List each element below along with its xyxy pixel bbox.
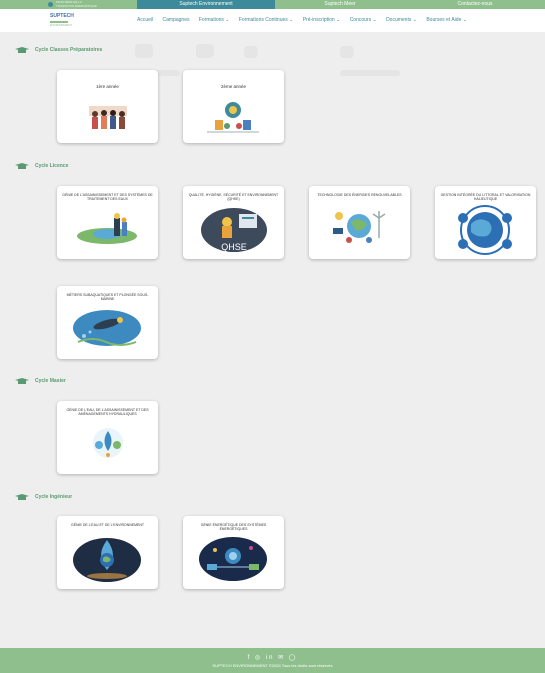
diver-illustration-icon [73,310,141,346]
water-earth-illustration-icon [73,538,141,582]
graduation-cap-icon [15,163,29,169]
card-title: 2ème année [220,84,247,89]
card-title: QUALITÉ, HYGIÈNE, SÉCURITÉ ET ENVIRONNEM… [188,193,279,202]
science-illustration-icon [207,102,259,133]
card-gestion-littoral[interactable]: GESTION INTÉGRÉE DU LITTORAL ET VALORISA… [435,186,536,259]
copyright-text: SUPTECH ENVIRONNEMENT ©2024 Tous les dro… [212,663,333,668]
logo-word: SUPTECH [50,13,74,19]
ministry-logo: MINISTÈRE DE LA TRANSITION ÉNERGÉTIQUE [48,0,98,8]
suptech-logo[interactable]: SUPTECH ENVIRONNEMENT [50,12,74,27]
section-title-text: Cycle Ingénieur [35,494,73,500]
background-shape [340,70,400,76]
card-title: TECHNOLOGIE DES ÉNERGIES RENOUVELABLES [317,193,402,197]
ministry-emblem-icon [48,2,53,7]
section-title-prepa: Cycle Classes Préparatoires [14,47,102,53]
students-illustration-icon [89,106,127,129]
qhse-badge-text: QHSE [221,242,247,252]
nav-bourses[interactable]: Bourses et Aide ⌄ [426,17,467,23]
card-genie-energetique[interactable]: GÉNIE ÉNERGÉTIQUE DES SYSTÈMES ÉNERGÉTIQ… [183,516,284,589]
card-genie-eau-environnement[interactable]: GÉNIE DE L'EAU ET DE L'ENVIRONNEMENT [57,516,158,589]
top-bar: MINISTÈRE DE LA TRANSITION ÉNERGÉTIQUE S… [0,0,545,9]
card-title: GÉNIE DE L'ASSAINISSEMENT ET DES SYSTÈME… [62,193,153,202]
section-title-text: Cycle Master [35,378,66,384]
nav-documents[interactable]: Documents ⌄ [386,17,417,23]
water-drop-illustration-icon [93,428,123,458]
section-title-text: Cycle Classes Préparatoires [35,47,103,53]
card-genie-eau-master[interactable]: GÉNIE DE L'EAU, DE L'ASSAINISSEMENT ET D… [57,401,158,474]
background-shape [196,44,214,58]
card-title: GÉNIE ÉNERGÉTIQUE DES SYSTÈMES ÉNERGÉTIQ… [200,523,267,532]
nav-menu: Accueil Campagnes Formations ⌄ Formation… [137,17,475,23]
background-shape [135,44,153,58]
ministry-logo-text: MINISTÈRE DE LA TRANSITION ÉNERGÉTIQUE [56,0,97,8]
logo-bar [50,21,68,23]
background-shape [340,46,354,58]
section-title-licence: Cycle Licence [14,163,68,169]
suptech-mer-link[interactable]: Suptech Meer [275,0,405,9]
water-treatment-illustration-icon [77,213,137,244]
graduation-cap-icon [15,378,29,384]
main-navbar: SUPTECH ENVIRONNEMENT Accueil Campagnes … [0,9,545,32]
section-title-text: Cycle Licence [35,163,69,169]
card-title: 1ère année [96,84,119,89]
nav-accueil[interactable]: Accueil [137,17,153,23]
card-qhse[interactable]: QUALITÉ, HYGIÈNE, SÉCURITÉ ET ENVIRONNEM… [183,186,284,259]
background-shape [244,46,258,58]
graduation-cap-icon [15,47,29,53]
card-title: GÉNIE DE L'EAU ET DE L'ENVIRONNEMENT [70,523,145,527]
card-title: GESTION INTÉGRÉE DU LITTORAL ET VALORISA… [440,193,531,202]
social-icons[interactable]: f ◎ in ✉ ◯ [0,654,545,661]
footer: f ◎ in ✉ ◯ SUPTECH ENVIRONNEMENT ©2024 T… [0,648,545,673]
card-title: GÉNIE DE L'EAU, DE L'ASSAINISSEMENT ET D… [66,408,149,417]
nav-pre-inscription[interactable]: Pré-inscription ⌄ [303,17,341,23]
contact-link[interactable]: Contactez-nous [405,0,545,9]
card-1ere-annee[interactable]: 1ère année [57,70,158,143]
coastal-management-illustration-icon [458,205,512,255]
card-metiers-subaquatiques[interactable]: MÉTIERS SUBAQUATIQUES ET PLONGÉE SOUS-MA… [57,286,158,359]
card-energies-renouvelables[interactable]: TECHNOLOGIE DES ÉNERGIES RENOUVELABLES [309,186,410,259]
graduation-cap-icon [15,494,29,500]
card-title: MÉTIERS SUBAQUATIQUES ET PLONGÉE SOUS-MA… [66,293,149,302]
nav-concours[interactable]: Concours ⌄ [350,17,377,23]
energy-systems-illustration-icon [199,537,267,581]
renewable-energy-illustration-icon [333,211,386,243]
nav-formations-continues[interactable]: Formations Continues ⌄ [239,17,294,23]
section-title-ingenieur: Cycle Ingénieur [14,494,72,500]
logo-subtitle: ENVIRONNEMENT [50,24,72,27]
section-title-master: Cycle Master [14,378,66,384]
nav-campagnes[interactable]: Campagnes [163,17,190,23]
card-genie-assainissement[interactable]: GÉNIE DE L'ASSAINISSEMENT ET DES SYSTÈME… [57,186,158,259]
nav-formations[interactable]: Formations ⌄ [199,17,230,23]
qhse-illustration-icon: QHSE [201,208,267,252]
card-2eme-annee[interactable]: 2ème année [183,70,284,143]
suptech-environnement-link[interactable]: Suptech Environnement [137,0,275,9]
